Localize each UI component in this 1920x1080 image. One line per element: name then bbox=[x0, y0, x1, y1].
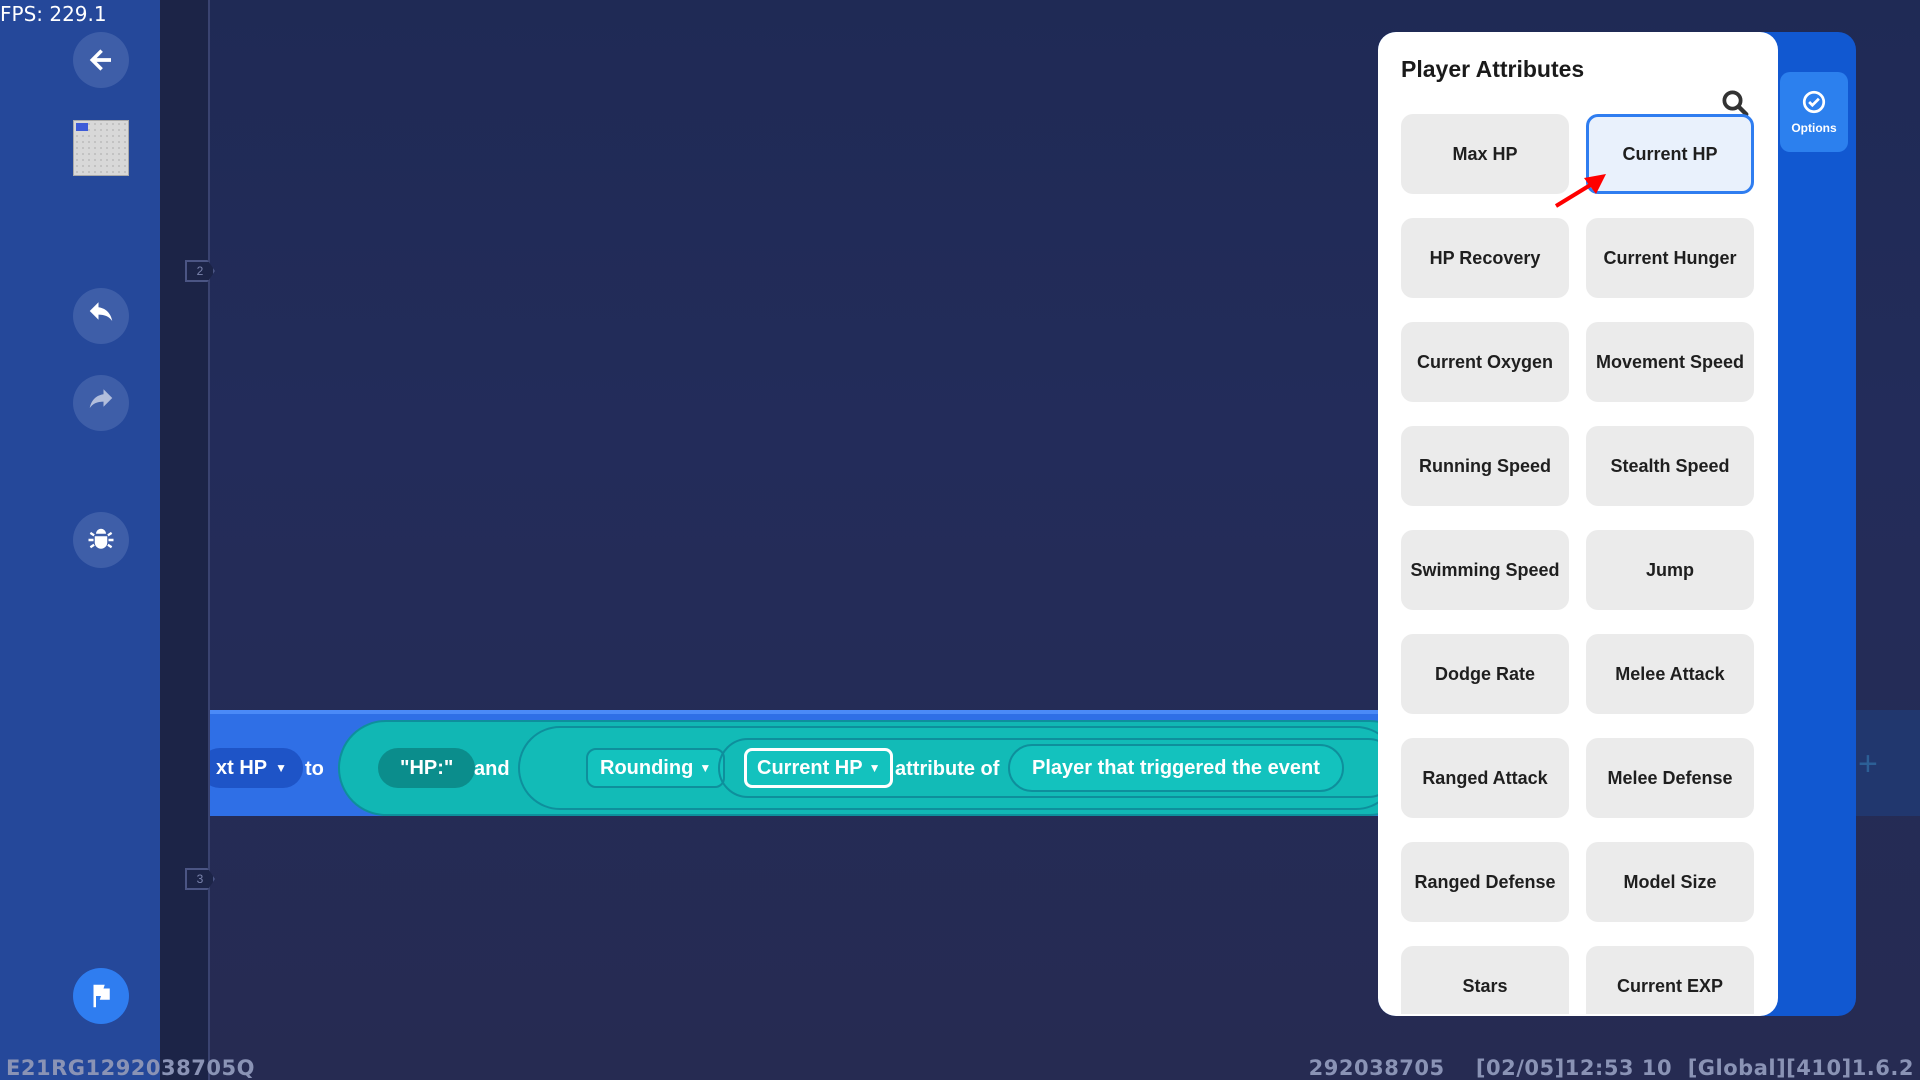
attribute-of-label: attribute of bbox=[895, 758, 1000, 780]
attr-melee-defense[interactable]: Melee Defense bbox=[1586, 738, 1754, 818]
to-label: to bbox=[305, 758, 324, 780]
options-label: Options bbox=[1791, 121, 1837, 135]
attr-model-size[interactable]: Model Size bbox=[1586, 842, 1754, 922]
attr-current-oxygen[interactable]: Current Oxygen bbox=[1401, 322, 1569, 402]
attr-dodge-rate[interactable]: Dodge Rate bbox=[1401, 634, 1569, 714]
attr-jump[interactable]: Jump bbox=[1586, 530, 1754, 610]
attr-movement-speed[interactable]: Movement Speed bbox=[1586, 322, 1754, 402]
attr-melee-attack[interactable]: Melee Attack bbox=[1586, 634, 1754, 714]
and-label: and bbox=[474, 758, 510, 780]
scene-thumbnail[interactable] bbox=[73, 120, 129, 176]
rounding-dropdown[interactable]: Rounding ▼ bbox=[586, 748, 726, 788]
undo-button[interactable] bbox=[73, 288, 129, 344]
chevron-down-icon: ▼ bbox=[699, 761, 712, 775]
attr-ranged-defense[interactable]: Ranged Defense bbox=[1401, 842, 1569, 922]
flag-icon bbox=[93, 984, 110, 1008]
line-number-2: 2 bbox=[185, 260, 215, 282]
attr-current-hp[interactable]: Current HP bbox=[1586, 114, 1754, 194]
back-button[interactable] bbox=[73, 32, 129, 88]
attr-stars[interactable]: Stars bbox=[1401, 946, 1569, 1014]
options-button[interactable]: Options bbox=[1780, 72, 1848, 152]
panel-title: Player Attributes bbox=[1401, 56, 1585, 82]
attr-ranged-attack[interactable]: Ranged Attack bbox=[1401, 738, 1569, 818]
rounding-label: Rounding bbox=[600, 756, 694, 779]
fps-counter: FPS: 229.1 bbox=[0, 2, 107, 26]
attr-max-hp[interactable]: Max HP bbox=[1401, 114, 1569, 194]
arrow-left-icon bbox=[89, 49, 111, 71]
variable-dropdown[interactable]: xt HP ▼ bbox=[210, 748, 304, 788]
line-number-3: 3 bbox=[185, 868, 215, 890]
variable-name: xt HP bbox=[216, 756, 268, 779]
build-info: 292038705 [02/05]12:53 10 [Global][410]1… bbox=[1308, 1056, 1914, 1080]
line-gutter bbox=[160, 0, 210, 1080]
attr-current-hunger[interactable]: Current Hunger bbox=[1586, 218, 1754, 298]
check-circle-icon bbox=[1802, 90, 1826, 114]
annotation-arrow-icon bbox=[1554, 174, 1606, 208]
code-block[interactable]: xt HP ▼ to "HP:" and Rounding ▼ Current … bbox=[210, 710, 1390, 816]
attr-swimming-speed[interactable]: Swimming Speed bbox=[1401, 530, 1569, 610]
attr-stealth-speed[interactable]: Stealth Speed bbox=[1586, 426, 1754, 506]
redo-icon bbox=[89, 389, 113, 408]
attr-current-exp[interactable]: Current EXP bbox=[1586, 946, 1754, 1014]
redo-button[interactable] bbox=[73, 375, 129, 431]
attr-running-speed[interactable]: Running Speed bbox=[1401, 426, 1569, 506]
attr-hp-recovery[interactable]: HP Recovery bbox=[1401, 218, 1569, 298]
player-target-slot[interactable]: Player that triggered the event bbox=[1008, 744, 1344, 792]
attribute-grid: Max HP Current HP HP Recovery Current Hu… bbox=[1401, 114, 1757, 1014]
bug-icon bbox=[88, 528, 114, 549]
debug-button[interactable] bbox=[73, 512, 129, 568]
string-literal[interactable]: "HP:" bbox=[378, 748, 476, 788]
chevron-down-icon: ▼ bbox=[275, 761, 288, 775]
add-icon[interactable]: + bbox=[1858, 745, 1878, 784]
attribute-label: Current HP bbox=[757, 756, 863, 779]
chevron-down-icon: ▼ bbox=[868, 761, 881, 775]
device-id: E21RG1292038705Q bbox=[6, 1056, 255, 1080]
undo-icon bbox=[89, 302, 113, 321]
attribute-dropdown[interactable]: Current HP ▼ bbox=[744, 748, 894, 788]
run-button[interactable] bbox=[73, 968, 129, 1024]
